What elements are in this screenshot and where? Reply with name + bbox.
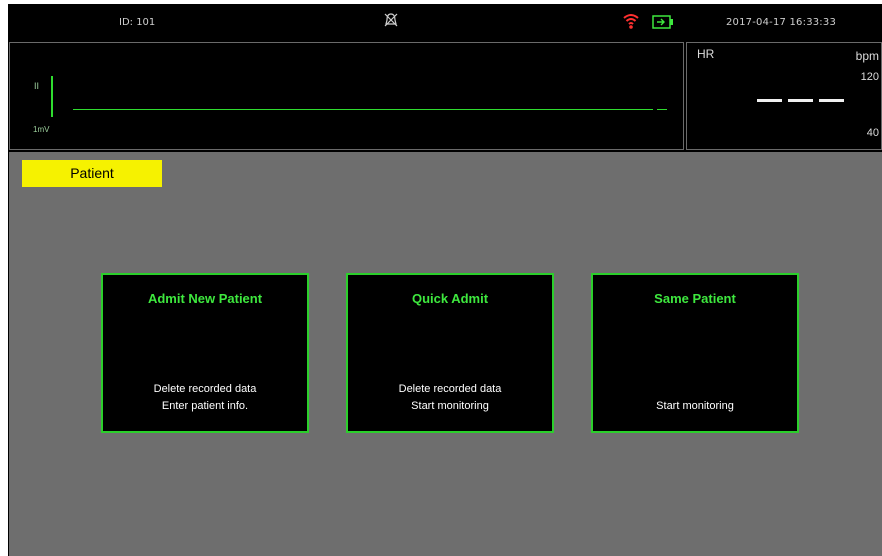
ecg-scale-label: 1mV bbox=[33, 125, 50, 134]
alarm-off-icon[interactable] bbox=[383, 12, 399, 31]
ecg-trace-tail bbox=[657, 109, 667, 110]
hr-upper-alarm-limit: 120 bbox=[860, 71, 879, 83]
card-description: Start monitoring bbox=[593, 381, 797, 415]
ecg-lead-label: II bbox=[34, 81, 40, 91]
card-description: Delete recorded data Enter patient info. bbox=[103, 381, 307, 415]
hr-lower-alarm-limit: 40 bbox=[866, 127, 879, 139]
hr-unit: bpm bbox=[855, 49, 879, 63]
ecg-scale-bar bbox=[51, 76, 53, 117]
wifi-icon bbox=[623, 12, 639, 33]
card-description: Delete recorded data Start monitoring bbox=[348, 381, 552, 415]
ecg-waveform-panel[interactable]: II 1mV bbox=[9, 42, 684, 150]
hr-parameter-panel[interactable]: HR bpm 120 40 bbox=[686, 42, 882, 150]
monitor-screen: ID: 101 2017-04-17 16:33:33 II 1mV HR bp… bbox=[8, 4, 882, 556]
status-bar: ID: 101 2017-04-17 16:33:33 bbox=[8, 4, 882, 42]
card-title: Admit New Patient bbox=[147, 291, 263, 306]
hr-value-dash bbox=[757, 99, 782, 102]
card-description-line bbox=[593, 381, 797, 398]
card-title: Same Patient bbox=[654, 291, 736, 306]
battery-icon bbox=[652, 14, 674, 33]
patient-id: ID: 101 bbox=[119, 17, 156, 28]
tab-patient[interactable]: Patient bbox=[22, 160, 162, 187]
quick-admit-button[interactable]: Quick Admit Delete recorded data Start m… bbox=[346, 273, 554, 433]
card-description-line: Delete recorded data bbox=[398, 383, 502, 395]
hr-value-dash bbox=[788, 99, 813, 102]
datetime: 2017-04-17 16:33:33 bbox=[726, 17, 837, 28]
card-description-line: Enter patient info. bbox=[161, 400, 249, 412]
card-description-line: Delete recorded data bbox=[153, 383, 257, 395]
card-description-line: Start monitoring bbox=[656, 400, 734, 412]
patient-menu-area: Patient Admit New Patient Delete recorde… bbox=[9, 152, 882, 556]
card-description-line: Start monitoring bbox=[411, 400, 489, 412]
hr-label: HR bbox=[697, 47, 715, 61]
same-patient-button[interactable]: Same Patient Start monitoring bbox=[591, 273, 799, 433]
admit-new-patient-button[interactable]: Admit New Patient Delete recorded data E… bbox=[101, 273, 309, 433]
hr-value-dash bbox=[819, 99, 844, 102]
ecg-trace bbox=[73, 109, 653, 110]
card-title: Quick Admit bbox=[411, 291, 489, 306]
